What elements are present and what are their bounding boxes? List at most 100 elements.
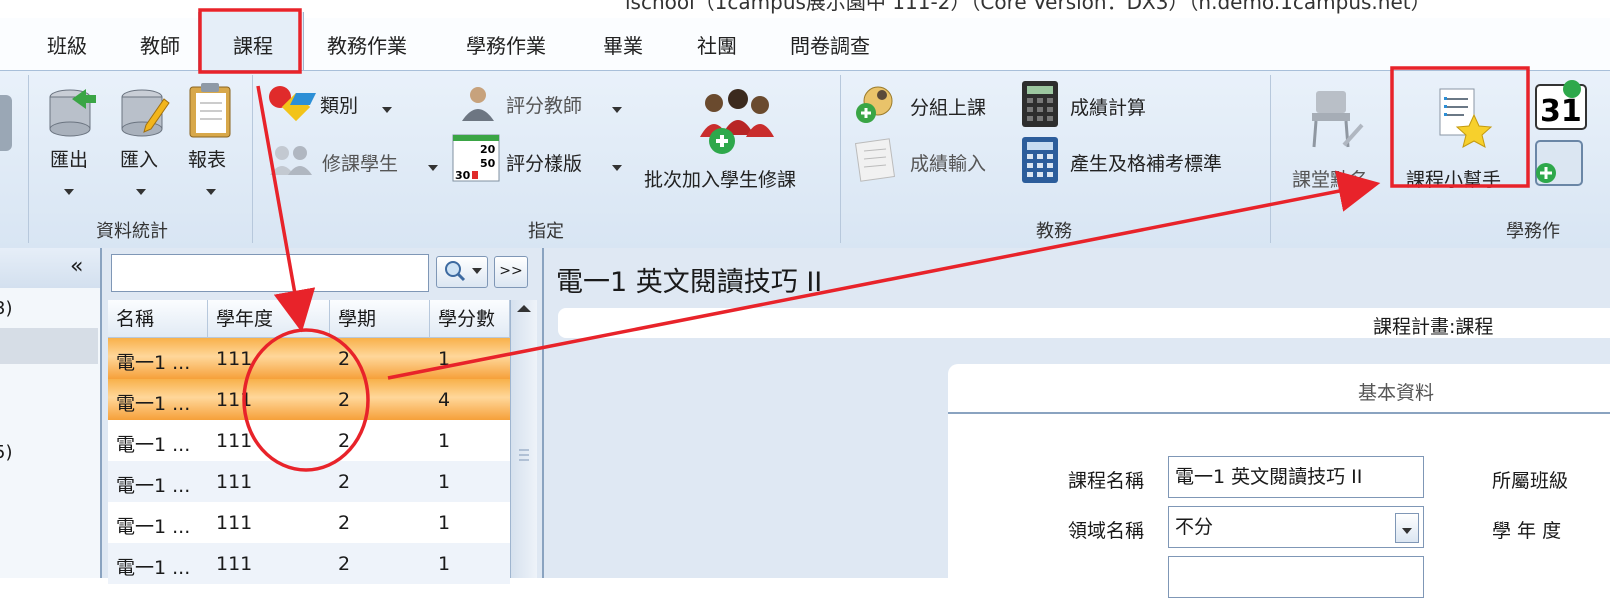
group-label-academic: 教務: [1036, 221, 1072, 242]
search-input[interactable]: [111, 254, 429, 292]
left-panel-row[interactable]: ): [0, 364, 98, 400]
tab-course-label: 課程: [233, 34, 273, 58]
ribbon: 匯出 匯入 報表 資料統計 類別 修課學生 評分教師 20 50 30 評分樣版…: [0, 70, 1610, 250]
clipboard-report-icon: [189, 83, 231, 138]
class-attendance-button[interactable]: 課堂點名: [1288, 85, 1384, 195]
tab-course[interactable]: 課程: [198, 12, 304, 70]
grading-template-label: 評分樣版: [506, 153, 583, 175]
score-template-icon: 20 50 30: [452, 134, 500, 182]
calendar-digit: 31: [1540, 94, 1582, 129]
template-number-mid: 50: [480, 157, 496, 170]
group-label-assign: 指定: [528, 221, 564, 242]
import-button[interactable]: 匯入: [116, 81, 172, 195]
batch-add-students-label: 批次加入學生修課: [644, 169, 797, 191]
forward-button[interactable]: >>: [494, 256, 528, 288]
course-students-button[interactable]: 修課學生: [266, 141, 444, 181]
score-calc-label: 成績計算: [1070, 97, 1147, 119]
scrollbar-arrows-icon: [517, 305, 531, 461]
calculator-blue-icon: [1022, 137, 1058, 183]
export-label: 匯出: [50, 149, 89, 171]
export-button[interactable]: 匯出: [44, 81, 100, 195]
class-attendance-label: 課堂點名: [1292, 169, 1369, 191]
column-header-year[interactable]: 學年度: [208, 300, 330, 338]
left-navigation-panel: « 3) ) ) ) 5): [0, 248, 102, 578]
column-header-term[interactable]: 學期: [330, 300, 430, 338]
database-export-icon: [49, 89, 96, 137]
course-plan-bar[interactable]: 課程計畫:課程: [558, 308, 1610, 338]
left-panel-row-selected[interactable]: ): [0, 328, 98, 364]
batch-add-students-button[interactable]: 批次加入學生修課: [642, 85, 826, 195]
course-plan-label: 課程計畫:課程: [1373, 316, 1494, 338]
section-divider: [948, 412, 1610, 414]
cut-off-icon: [0, 95, 12, 151]
next-field[interactable]: [1168, 556, 1424, 598]
report-button[interactable]: 報表: [184, 81, 240, 195]
table-row[interactable]: 電一1 ... 111 2 1: [108, 502, 510, 543]
category-label: 類別: [320, 95, 359, 117]
makeup-standard-button[interactable]: 產生及格補考標準: [1018, 135, 1250, 185]
table-row-selected[interactable]: 電一1 ... 111 2 4: [108, 379, 510, 420]
course-name-field[interactable]: 電一1 英文閱讀技巧 II: [1168, 456, 1424, 498]
score-calc-button[interactable]: 成績計算: [1018, 79, 1170, 129]
course-helper-button[interactable]: 課程小幫手: [1398, 85, 1522, 195]
left-panel-row[interactable]: 5): [0, 436, 98, 472]
left-panel-row[interactable]: 3): [0, 292, 98, 328]
table-row[interactable]: 電一1 ... 111 2 1: [108, 420, 510, 461]
table-row[interactable]: 電一1 ... 111 2 1: [108, 461, 510, 502]
domain-name-label: 領域名稱: [1068, 520, 1145, 542]
database-import-icon: [121, 89, 170, 137]
calendar-button[interactable]: 31: [1534, 77, 1610, 197]
calendar-icon: 31: [1535, 80, 1587, 186]
grid-vertical-scrollbar[interactable]: [510, 300, 537, 578]
collapse-panel-button[interactable]: «: [70, 254, 83, 279]
tab-questionnaire[interactable]: 問卷調查: [790, 30, 870, 59]
domain-name-value: 不分: [1175, 516, 1214, 538]
record-title: 電一1 英文閱讀技巧 II: [556, 267, 823, 298]
course-name-label: 課程名稱: [1068, 470, 1145, 492]
group-class-button[interactable]: 分組上課: [852, 83, 1004, 127]
left-panel-header: «: [0, 248, 100, 288]
dropdown-arrow-icon[interactable]: [1395, 513, 1419, 543]
group-label-data-stats: 資料統計: [96, 221, 168, 242]
template-number-top: 20: [480, 143, 496, 156]
column-header-credit[interactable]: 學分數: [430, 300, 510, 338]
group-class-icon: [856, 86, 893, 123]
course-grid: 名稱 學年度 學期 學分數 電一1 ... 111 2 1 電一1 ... 111 2 4 …: [108, 300, 510, 584]
group-class-label: 分組上課: [910, 97, 987, 119]
search-button[interactable]: [436, 256, 488, 288]
makeup-standard-label: 產生及格補考標準: [1070, 153, 1223, 175]
students-group-icon: [270, 146, 312, 175]
course-students-label: 修課學生: [322, 153, 399, 175]
grading-teacher-button[interactable]: 評分教師: [456, 83, 632, 123]
score-sheet-icon: [854, 138, 896, 182]
class-label: 所屬班級: [1492, 470, 1569, 492]
window-title: ischool（1campus展示園中 111-2）（Core Version：…: [625, 0, 1431, 14]
score-input-label: 成績輸入: [910, 153, 987, 175]
grading-teacher-label: 評分教師: [506, 95, 583, 117]
tab-teacher[interactable]: 教師: [140, 30, 180, 59]
table-row-selected[interactable]: 電一1 ... 111 2 1: [108, 338, 510, 379]
teacher-icon: [462, 87, 494, 121]
section-title-basic-info: 基本資料: [1358, 382, 1435, 404]
school-year-label: 學 年 度: [1492, 520, 1562, 542]
group-label-student-affairs: 學務作: [1506, 221, 1560, 242]
basic-info-card: 基本資料 課程名稱 電一1 英文閱讀技巧 II 所屬班級 領域名稱 不分 學 年…: [948, 364, 1610, 598]
tab-graduation[interactable]: 畢業: [603, 30, 643, 59]
report-label: 報表: [188, 149, 227, 171]
menu-tab-bar: 班級 教師 課程 教務作業 學務作業 畢業 社團 問卷調查: [0, 12, 1610, 70]
course-detail-panel: 電一1 英文閱讀技巧 II 課程計畫:課程 基本資料 課程名稱 電一1 英文閱讀…: [544, 248, 1610, 598]
search-icon: [445, 261, 466, 282]
score-input-button[interactable]: 成績輸入: [852, 137, 1004, 183]
domain-name-select[interactable]: 不分: [1168, 506, 1424, 548]
tab-class[interactable]: 班級: [47, 30, 87, 59]
grading-template-button[interactable]: 20 50 30 評分樣版: [452, 133, 632, 183]
calculator-icon: [1022, 81, 1058, 127]
tab-club[interactable]: 社團: [697, 30, 737, 59]
checklist-star-icon: [1439, 88, 1493, 148]
chair-attendance-icon: [1312, 91, 1364, 148]
category-button[interactable]: 類別: [266, 83, 406, 123]
tab-academic-affairs[interactable]: 教務作業: [327, 30, 407, 59]
left-panel-row[interactable]: ): [0, 400, 98, 436]
column-header-name[interactable]: 名稱: [108, 300, 208, 338]
tab-student-affairs[interactable]: 學務作業: [466, 30, 546, 59]
